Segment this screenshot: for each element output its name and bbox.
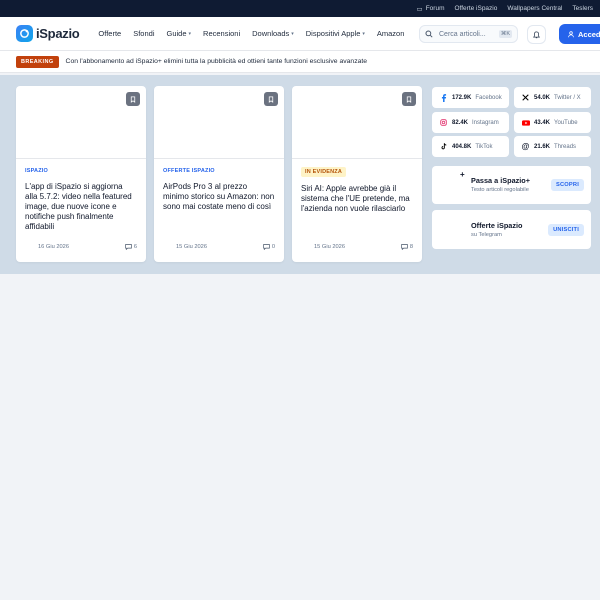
logo-text: iSpazio xyxy=(36,26,80,41)
social-instagram[interactable]: 82.4K Instagram xyxy=(432,112,509,133)
social-x[interactable]: 54.0K Twitter / X xyxy=(514,87,591,108)
topbar-link-wallpapers[interactable]: Wallpapers Central xyxy=(507,5,562,12)
chevron-down-icon: ▾ xyxy=(362,30,365,37)
article-category-highlight[interactable]: IN EVIDENZA xyxy=(301,167,347,177)
article-card[interactable]: OFFERTE ISPAZIO AirPods Pro 3 al prezzo … xyxy=(154,86,284,262)
nav-item-offerte[interactable]: Offerte xyxy=(98,29,121,38)
search-shortcut: ⌘K xyxy=(498,30,512,38)
plus-badge-icon: + xyxy=(460,170,465,179)
notifications-button[interactable] xyxy=(527,25,546,44)
article-comments[interactable]: 0 xyxy=(263,244,275,250)
nav-item-guide[interactable]: Guide ▾ xyxy=(167,29,192,38)
social-tiktok[interactable]: 404.8K TikTok xyxy=(432,136,509,157)
chevron-down-icon: ▾ xyxy=(291,30,294,37)
site-logo[interactable]: iSpazio xyxy=(16,25,80,42)
promo-subtitle: Testo articoli regolabile xyxy=(471,187,529,193)
featured-section: ISPAZIO L'app di iSpazio si aggiorna all… xyxy=(0,75,600,274)
article-category[interactable]: ISPAZIO xyxy=(25,168,48,174)
article-thumbnail[interactable] xyxy=(16,86,146,159)
breaking-news-bar: BREAKING Con l'abbonamento ad iSpazio+ e… xyxy=(0,51,600,73)
nav-item-dispositivi-apple[interactable]: Dispositivi Apple ▾ xyxy=(306,29,365,38)
promo-title: Offerte iSpazio xyxy=(471,221,523,230)
bookmark-icon[interactable] xyxy=(126,92,140,106)
promo-subtitle: su Telegram xyxy=(471,232,502,238)
search-placeholder: Cerca articoli... xyxy=(439,30,486,38)
threads-icon: @ xyxy=(521,142,530,151)
main-navbar: iSpazio Offerte Sfondi Guide ▾ Recensioni… xyxy=(0,17,600,51)
topbar-link-offerte[interactable]: Offerte iSpazio xyxy=(454,5,497,12)
promo-title: Passa a iSpazio+ xyxy=(471,176,531,185)
bookmark-icon[interactable] xyxy=(264,92,278,106)
top-utility-bar: ▭ Forum Offerte iSpazio Wallpapers Centra… xyxy=(0,0,600,17)
ispazio-plus-promo[interactable]: + Passa a iSpazio+ Testo articoli regola… xyxy=(432,166,591,204)
main-menu: Offerte Sfondi Guide ▾ Recensioni Downloa… xyxy=(98,29,404,38)
x-icon xyxy=(521,94,530,101)
article-thumbnail[interactable] xyxy=(154,86,284,159)
instagram-icon xyxy=(439,119,448,126)
social-threads[interactable]: @ 21.6K Threads xyxy=(514,136,591,157)
search-input[interactable]: Cerca articoli... ⌘K xyxy=(419,25,518,43)
social-youtube[interactable]: 43.4K YouTube xyxy=(514,112,591,133)
nav-item-sfondi[interactable]: Sfondi xyxy=(133,29,154,38)
article-meta: 15 Giu 2026 8 xyxy=(314,244,413,250)
facebook-icon xyxy=(439,93,448,102)
search-icon xyxy=(425,25,433,43)
article-date: 15 Giu 2026 xyxy=(314,244,345,250)
telegram-promo[interactable]: Offerte iSpazio su Telegram UNISCITI xyxy=(432,210,591,249)
article-card[interactable]: IN EVIDENZA Siri AI: Apple avrebbe già i… xyxy=(292,86,422,262)
article-card[interactable]: ISPAZIO L'app di iSpazio si aggiorna all… xyxy=(16,86,146,262)
bookmark-icon[interactable] xyxy=(402,92,416,106)
article-meta: 16 Giu 2026 6 xyxy=(38,244,137,250)
discover-button[interactable]: SCOPRI xyxy=(550,179,584,191)
article-title[interactable]: L'app di iSpazio si aggiorna alla 5.7.2:… xyxy=(25,182,137,232)
bell-icon xyxy=(533,30,540,38)
article-comments[interactable]: 6 xyxy=(125,244,137,250)
nav-item-amazon[interactable]: Amazon xyxy=(377,29,405,38)
comment-icon xyxy=(125,244,132,250)
social-facebook[interactable]: 172.9K Facebook xyxy=(432,87,509,108)
logo-icon xyxy=(16,25,33,42)
login-button[interactable]: Accedi xyxy=(559,24,600,44)
breaking-text[interactable]: Con l'abbonamento ad iSpazio+ elimini tu… xyxy=(66,58,368,65)
nav-item-downloads[interactable]: Downloads ▾ xyxy=(252,29,294,38)
topbar-link-forum[interactable]: ▭ Forum xyxy=(417,5,445,13)
tiktok-icon xyxy=(439,143,448,150)
breaking-badge: BREAKING xyxy=(16,55,59,68)
comment-icon xyxy=(401,244,408,250)
user-icon xyxy=(568,30,574,37)
article-meta: 15 Giu 2026 0 xyxy=(176,244,275,250)
article-thumbnail[interactable] xyxy=(292,86,422,159)
article-comments[interactable]: 8 xyxy=(401,244,413,250)
join-button[interactable]: UNISCITI xyxy=(548,224,584,236)
topbar-link-teslers[interactable]: Teslers xyxy=(572,5,593,12)
comment-icon xyxy=(263,244,270,250)
article-title[interactable]: Siri AI: Apple avrebbe già il sistema ch… xyxy=(301,184,413,214)
article-category[interactable]: OFFERTE ISPAZIO xyxy=(163,168,215,174)
article-title[interactable]: AirPods Pro 3 al prezzo minimo storico s… xyxy=(163,182,275,212)
forum-icon: ▭ xyxy=(416,5,423,13)
nav-item-recensioni[interactable]: Recensioni xyxy=(203,29,240,38)
chevron-down-icon: ▾ xyxy=(188,30,192,37)
youtube-icon xyxy=(521,119,530,126)
article-date: 15 Giu 2026 xyxy=(176,244,207,250)
article-date: 16 Giu 2026 xyxy=(38,244,69,250)
